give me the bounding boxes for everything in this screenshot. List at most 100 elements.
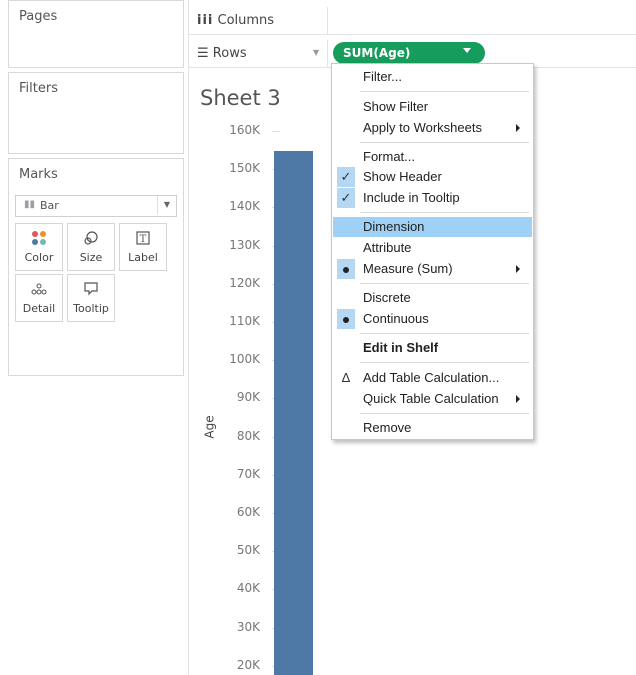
y-tick-label: 150K [229, 161, 260, 176]
label-label: Label [128, 251, 158, 264]
menu-item-show-header[interactable]: ✓ Show Header [333, 167, 532, 187]
menu-item-label: Format... [363, 149, 416, 164]
submenu-arrow-icon [516, 124, 520, 132]
menu-separator [360, 142, 529, 143]
detail-label: Detail [22, 302, 56, 315]
columns-icon: iii [197, 13, 214, 28]
menu-item-measure-sum[interactable]: Measure (Sum) [333, 259, 532, 279]
mark-type-value: Bar [40, 199, 59, 212]
menu-item-label: Attribute [363, 240, 412, 255]
menu-item-label: Dimension [363, 219, 425, 234]
y-tick-label: 140K [229, 199, 260, 214]
detail-button[interactable]: Detail [15, 274, 63, 322]
y-tick-label: 160K [229, 123, 260, 137]
menu-separator [360, 413, 529, 414]
submenu-arrow-icon [516, 265, 520, 273]
size-icon [68, 230, 114, 246]
menu-item-quick-table-calculation[interactable]: Quick Table Calculation [333, 389, 532, 409]
y-tick-label: 90K [236, 390, 260, 405]
tooltip-button[interactable]: Tooltip [67, 274, 115, 322]
detail-icon [16, 281, 62, 297]
y-tick-label: 100K [229, 352, 260, 367]
menu-item-filter[interactable]: Filter... [333, 67, 532, 87]
y-tick-label: 120K [229, 275, 260, 290]
chevron-down-icon: ▼ [157, 196, 176, 214]
menu-separator [360, 91, 529, 92]
rows-icon: ☰ [197, 46, 209, 61]
menu-item-remove[interactable]: Remove [333, 418, 532, 438]
submenu-arrow-icon [516, 395, 520, 403]
menu-separator [360, 362, 529, 363]
columns-label: iii Columns [197, 13, 274, 28]
svg-text:T: T [140, 234, 147, 245]
label-button[interactable]: T Label [119, 223, 167, 271]
pages-title: Pages [19, 9, 58, 24]
radio-dot-icon [337, 309, 355, 329]
sheet-title: Sheet 3 [200, 86, 281, 110]
side-panels: Pages Filters Marks ▮▮ Bar ▼ Color Size … [8, 0, 189, 675]
menu-item-dimension[interactable]: Dimension [333, 217, 532, 237]
menu-separator [360, 333, 529, 334]
menu-item-label: Edit in Shelf [363, 340, 439, 355]
menu-item-label: Apply to Worksheets [363, 120, 482, 135]
tooltip-label: Tooltip [73, 302, 109, 315]
columns-shelf[interactable]: iii Columns [189, 7, 636, 35]
size-label: Size [79, 251, 103, 264]
y-tick-label: 20K [236, 657, 260, 672]
menu-item-label: Measure (Sum) [363, 261, 453, 276]
menu-item-label: Show Filter [363, 99, 429, 114]
pill-label: SUM(Age) [343, 46, 411, 60]
y-tick-line [272, 131, 280, 132]
delta-icon: Δ [341, 370, 351, 385]
label-icon: T [120, 230, 166, 246]
columns-text: Columns [217, 13, 275, 28]
menu-item-label: Remove [363, 420, 412, 435]
menu-item-label: Add Table Calculation... [363, 370, 500, 385]
color-icon [16, 230, 62, 246]
checkmark-icon: ✓ [337, 188, 355, 208]
menu-item-format[interactable]: Format... [333, 147, 532, 167]
y-tick-label: 40K [236, 581, 260, 596]
size-button[interactable]: Size [67, 223, 115, 271]
y-tick-label: 50K [236, 543, 260, 558]
y-tick-label: 30K [236, 619, 260, 634]
menu-separator [360, 212, 529, 213]
menu-item-include-in-tooltip[interactable]: ✓ Include in Tooltip [333, 188, 532, 208]
bar-chart-icon: ▮▮ [24, 199, 36, 210]
context-menu: Filter... Show Filter Apply to Worksheet… [331, 63, 534, 440]
radio-dot-icon [337, 259, 355, 279]
sum-age-pill[interactable]: SUM(Age) [333, 42, 485, 64]
shelf-divider [327, 7, 328, 34]
menu-item-discrete[interactable]: Discrete [333, 288, 532, 308]
menu-item-continuous[interactable]: Continuous [333, 309, 532, 329]
marks-title: Marks [19, 167, 58, 182]
menu-item-label: Include in Tooltip [363, 190, 460, 205]
filters-card[interactable]: Filters [8, 72, 184, 154]
pages-card[interactable]: Pages [8, 0, 184, 68]
rows-text: Rows [212, 46, 247, 61]
tooltip-icon [68, 281, 114, 297]
color-button[interactable]: Color [15, 223, 63, 271]
y-tick-label: 70K [236, 466, 260, 481]
mark-type-select[interactable]: ▮▮ Bar ▼ [15, 195, 177, 217]
marks-card: Marks ▮▮ Bar ▼ Color Size T Label Detail… [8, 158, 184, 376]
menu-item-apply-to-worksheets[interactable]: Apply to Worksheets [333, 118, 532, 138]
bar-mark[interactable] [274, 151, 313, 675]
menu-item-show-filter[interactable]: Show Filter [333, 97, 532, 117]
y-tick-label: 60K [236, 505, 260, 519]
menu-item-label: Continuous [363, 311, 429, 326]
rows-dropdown-icon[interactable]: ▼ [313, 48, 319, 57]
menu-item-add-table-calculation[interactable]: Δ Add Table Calculation... [333, 368, 532, 388]
checkmark-icon: ✓ [337, 167, 355, 187]
pill-dropdown-icon[interactable] [463, 48, 471, 53]
menu-item-label: Show Header [363, 169, 442, 184]
menu-item-edit-in-shelf[interactable]: Edit in Shelf [333, 338, 532, 358]
menu-separator [360, 283, 529, 284]
y-axis-title: Age [202, 415, 217, 439]
filters-title: Filters [19, 81, 58, 96]
color-label: Color [24, 251, 54, 264]
menu-item-label: Discrete [363, 290, 411, 305]
y-tick-label: 130K [229, 237, 260, 252]
menu-item-label: Filter... [363, 69, 403, 84]
menu-item-attribute[interactable]: Attribute [333, 238, 532, 258]
